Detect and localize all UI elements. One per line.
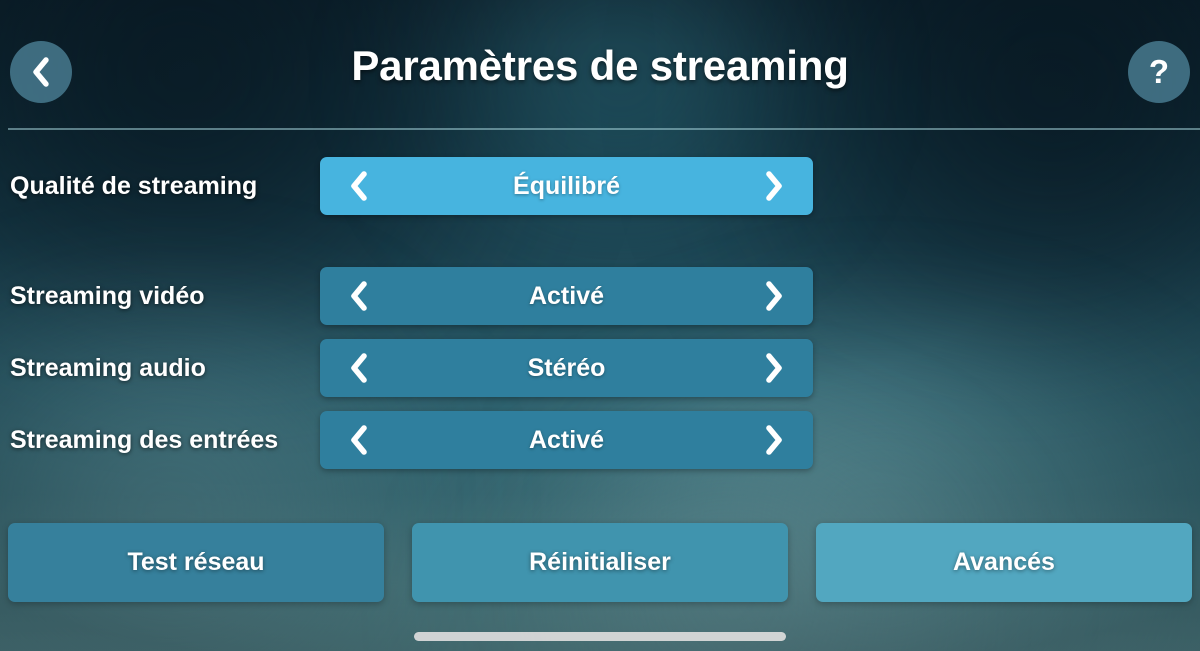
page-title: Paramètres de streaming — [351, 42, 849, 89]
network-test-button[interactable]: Test réseau — [8, 523, 384, 602]
setting-row-streaming-quality: Qualité de streaming Équilibré — [0, 157, 1200, 215]
header-bar: Paramètres de streaming ? — [0, 0, 1200, 130]
action-button-bar: Test réseau Réinitialiser Avancés — [8, 523, 1192, 602]
setting-value: Équilibré — [513, 171, 620, 200]
question-mark-icon: ? — [1148, 52, 1170, 90]
home-indicator[interactable] — [414, 632, 786, 641]
advanced-button[interactable]: Avancés — [816, 523, 1192, 602]
setting-value: Activé — [528, 281, 605, 310]
reset-button[interactable]: Réinitialiser — [412, 523, 788, 602]
setting-value: Activé — [528, 425, 605, 454]
chevron-left-icon[interactable] — [342, 165, 376, 207]
chevron-right-icon[interactable] — [757, 347, 791, 389]
chevron-right-icon[interactable] — [757, 165, 791, 207]
chevron-left-icon[interactable] — [342, 419, 376, 461]
setting-row-video-streaming: Streaming vidéo Activé — [0, 267, 1200, 325]
chevron-right-icon[interactable] — [757, 419, 791, 461]
chevron-left-icon[interactable] — [342, 347, 376, 389]
setting-row-audio-streaming: Streaming audio Stéréo — [0, 339, 1200, 397]
setting-selector-video-streaming[interactable]: Activé — [320, 267, 813, 325]
chevron-right-icon[interactable] — [757, 275, 791, 317]
setting-selector-input-streaming[interactable]: Activé — [320, 411, 813, 469]
setting-label: Qualité de streaming — [10, 171, 258, 200]
setting-row-input-streaming: Streaming des entrées Activé — [0, 411, 1200, 469]
setting-label: Streaming des entrées — [10, 425, 279, 454]
setting-label: Streaming vidéo — [10, 281, 205, 310]
setting-selector-audio-streaming[interactable]: Stéréo — [320, 339, 813, 397]
setting-selector-streaming-quality[interactable]: Équilibré — [320, 157, 813, 215]
setting-value: Stéréo — [527, 353, 606, 382]
help-button[interactable]: ? — [1128, 41, 1190, 103]
header-divider — [8, 128, 1200, 130]
setting-label: Streaming audio — [10, 353, 206, 382]
streaming-settings-screen: Paramètres de streaming ? Qualité de str… — [0, 0, 1200, 651]
chevron-left-icon[interactable] — [342, 275, 376, 317]
